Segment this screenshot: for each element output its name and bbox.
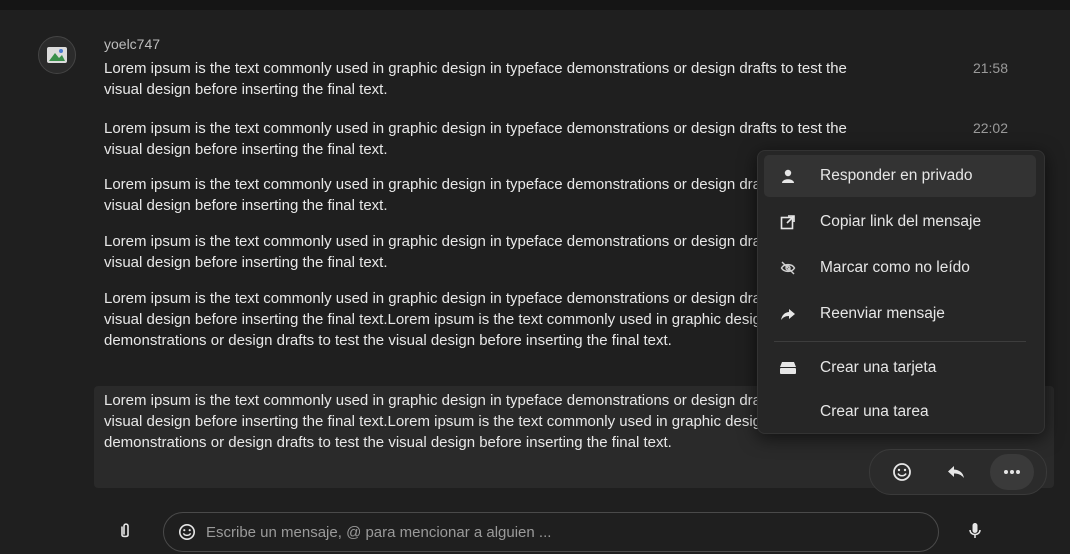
reply-button[interactable] <box>934 454 978 490</box>
menu-item-label: Responder en privado <box>820 167 973 184</box>
menu-item-forward[interactable]: Reenviar mensaje <box>764 293 1036 335</box>
more-options-button[interactable] <box>990 454 1034 490</box>
message-text: Lorem ipsum is the text commonly used in… <box>104 120 847 158</box>
message-composer <box>163 512 939 552</box>
attach-button[interactable] <box>118 522 132 545</box>
card-icon <box>770 361 806 375</box>
voice-message-button[interactable] <box>968 522 982 545</box>
message[interactable]: Lorem ipsum is the text commonly used in… <box>94 58 1054 100</box>
message-text: Lorem ipsum is the text commonly used in… <box>104 60 847 98</box>
emoji-picker-button[interactable] <box>178 523 196 541</box>
avatar[interactable] <box>38 36 76 74</box>
message-action-bar <box>869 449 1047 495</box>
more-icon <box>1004 470 1020 474</box>
menu-item-reply-private[interactable]: Responder en privado <box>764 155 1036 197</box>
message-context-menu: Responder en privado Copiar link del men… <box>757 150 1045 434</box>
message-text: Lorem ipsum is the text commonly used in… <box>104 176 847 214</box>
top-bar <box>0 0 1070 10</box>
menu-item-mark-unread[interactable]: Marcar como no leído <box>764 247 1036 289</box>
menu-divider <box>774 341 1026 342</box>
menu-item-label: Reenviar mensaje <box>820 305 945 322</box>
message-text: Lorem ipsum is the text commonly used in… <box>104 290 847 349</box>
broken-image-icon <box>47 47 67 63</box>
message-time: 22:02 <box>972 120 1008 136</box>
person-icon <box>770 168 806 184</box>
message-time: 21:58 <box>972 60 1008 76</box>
emoji-icon <box>178 523 196 541</box>
menu-item-label: Marcar como no leído <box>820 259 970 276</box>
paperclip-icon <box>121 523 129 538</box>
forward-icon <box>770 306 806 322</box>
emoji-react-button[interactable] <box>880 454 924 490</box>
menu-item-label: Crear una tarea <box>820 403 929 420</box>
menu-item-copy-link[interactable]: Copiar link del mensaje <box>764 201 1036 243</box>
reply-icon <box>948 466 964 478</box>
menu-item-label: Crear una tarjeta <box>820 359 937 376</box>
menu-item-create-task[interactable]: Crear una tarea <box>764 391 1036 433</box>
eye-off-icon <box>770 260 806 276</box>
menu-item-create-card[interactable]: Crear una tarjeta <box>764 347 1036 389</box>
message-author[interactable]: yoelc747 <box>104 36 160 52</box>
external-link-icon <box>770 214 806 230</box>
message-input[interactable] <box>204 522 888 542</box>
chat-window: yoelc747 Lorem ipsum is the text commonl… <box>0 0 1070 554</box>
menu-item-label: Copiar link del mensaje <box>820 213 982 230</box>
microphone-icon <box>969 523 981 538</box>
message-text: Lorem ipsum is the text commonly used in… <box>104 392 847 451</box>
message-text: Lorem ipsum is the text commonly used in… <box>104 233 847 271</box>
emoji-icon <box>893 463 911 481</box>
